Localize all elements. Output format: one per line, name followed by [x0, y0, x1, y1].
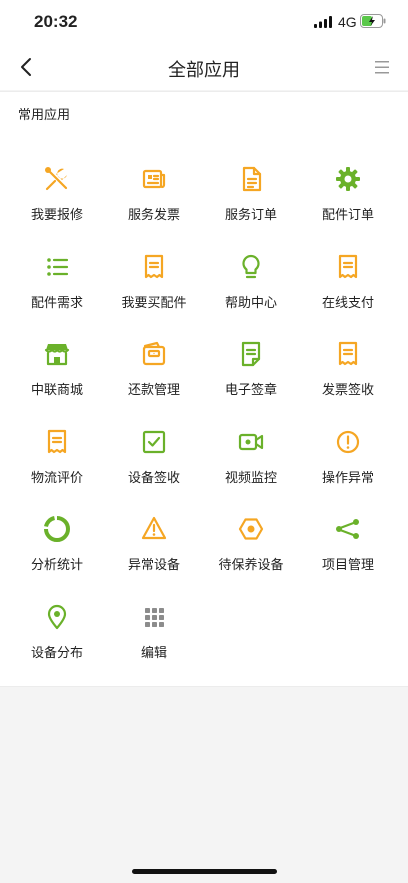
app-label: 异常设备: [127, 558, 180, 574]
network-type: 4G: [338, 14, 357, 30]
app-label: 在线支付: [321, 295, 374, 311]
app-item[interactable]: 项目管理: [297, 510, 399, 590]
receipt-icon: [47, 429, 67, 453]
app-item[interactable]: 中联商城: [6, 335, 108, 415]
app-label: 电子签章: [224, 383, 277, 399]
list-icon: [47, 257, 69, 276]
app-label: 帮助中心: [224, 295, 277, 311]
page-title: 全部应用: [168, 60, 240, 81]
hamburger-menu-icon[interactable]: [372, 58, 392, 76]
app-item[interactable]: 异常设备: [103, 510, 205, 590]
gear-icon: [336, 167, 360, 191]
app-item[interactable]: 我要报修: [6, 160, 108, 240]
app-item[interactable]: 分析统计: [6, 510, 108, 590]
app-label: 服务发票: [127, 208, 180, 223]
receipt-icon: [338, 254, 358, 278]
app-label: 中联商城: [30, 383, 83, 399]
share-nodes-icon: [336, 519, 359, 540]
location-pin-icon: [47, 604, 67, 630]
lightbulb-icon: [242, 254, 260, 278]
app-item[interactable]: 编辑: [103, 598, 205, 678]
document-icon: [242, 166, 262, 192]
app-item[interactable]: 视频监控: [200, 423, 302, 503]
status-bar: 20:32 4G: [0, 0, 408, 44]
app-label: 发票签收: [321, 383, 374, 399]
app-label: 还款管理: [127, 383, 180, 399]
app-label: 视频监控: [224, 470, 277, 486]
app-label: 设备签收: [127, 470, 180, 486]
app-item[interactable]: 操作异常: [297, 423, 399, 503]
warning-triangle-icon: [141, 517, 167, 540]
app-label: 项目管理: [321, 558, 374, 574]
app-item[interactable]: 设备分布: [6, 598, 108, 678]
video-camera-icon: [238, 433, 264, 450]
app-label: 物流评价: [30, 470, 83, 486]
app-item[interactable]: 服务发票: [103, 160, 205, 240]
app-label: 服务订单: [224, 208, 277, 223]
wallet-icon: [142, 342, 166, 366]
app-item[interactable]: 帮助中心: [200, 248, 302, 328]
grid-dots-icon: [145, 608, 164, 627]
checkbox-icon: [142, 430, 166, 453]
app-label: 待保养设备: [218, 558, 284, 574]
app-label: 设备分布: [30, 646, 83, 661]
app-item[interactable]: 在线支付: [297, 248, 399, 328]
newspaper-icon: [142, 169, 166, 189]
app-label: 配件订单: [321, 208, 374, 223]
app-label: 操作异常: [321, 470, 374, 486]
app-item[interactable]: 电子签章: [200, 335, 302, 415]
cellular-signal-icon: [314, 16, 332, 28]
app-grid-panel: 我要报修 服务发票 服务订单 配件订单配件需求 我要买配件 帮助中心 在线支付中联商城 还款管…: [0, 134, 408, 687]
app-label: 分析统计: [30, 558, 83, 574]
donut-chart-icon: [44, 516, 70, 543]
app-item[interactable]: 发票签收: [297, 335, 399, 415]
app-item[interactable]: 还款管理: [103, 335, 205, 415]
app-label: 编辑: [140, 646, 167, 661]
app-label: 我要买配件: [121, 295, 187, 311]
app-item[interactable]: 配件订单: [297, 160, 399, 240]
app-label: 我要报修: [30, 208, 83, 223]
app-item[interactable]: 配件需求: [6, 248, 108, 328]
receipt-icon: [144, 254, 164, 278]
app-item[interactable]: 待保养设备: [200, 510, 302, 590]
app-item[interactable]: 设备签收: [103, 423, 205, 503]
alert-circle-icon: [336, 430, 360, 453]
wrench-screwdriver-icon: [45, 167, 68, 191]
navigation-bar: 全部应用: [0, 44, 408, 90]
section-title: 常用应用: [18, 108, 71, 123]
signed-document-icon: [241, 342, 261, 367]
app-item[interactable]: 我要买配件: [103, 248, 205, 328]
home-indicator: [132, 869, 277, 874]
app-item[interactable]: 物流评价: [6, 423, 108, 503]
store-icon: [44, 344, 70, 366]
app-item[interactable]: 服务订单: [200, 160, 302, 240]
section-header: 常用应用: [0, 91, 408, 135]
receipt-icon: [338, 342, 358, 366]
battery-charging-icon: [360, 14, 386, 28]
app-label: 配件需求: [30, 295, 83, 311]
hexagon-nut-icon: [238, 518, 264, 540]
status-time: 20:32: [34, 12, 78, 31]
